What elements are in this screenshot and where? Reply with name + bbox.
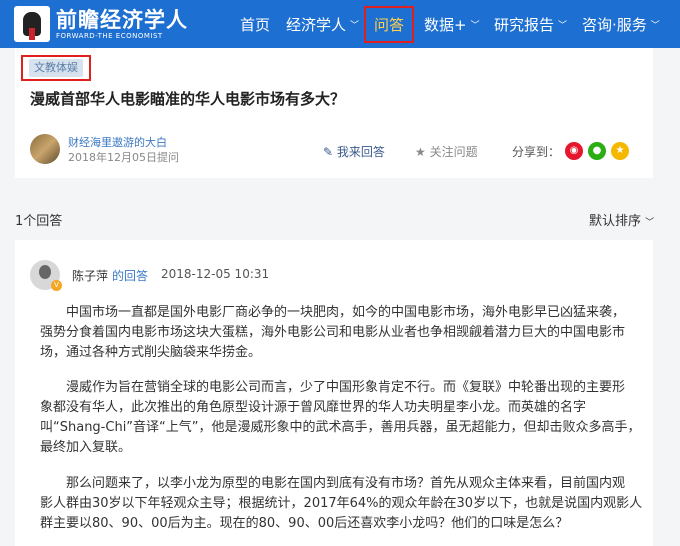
asker-avatar[interactable] <box>30 134 60 164</box>
vip-badge-icon: V <box>51 280 62 291</box>
answer-button[interactable]: ✎ 我来回答 <box>323 143 385 160</box>
nav-reports[interactable]: 研究报告 ﹀ <box>494 0 567 48</box>
answer-paragraph: 漫威作为旨在营销全球的电影公司而言，少了中国形象肯定不行。而《复联》中轮番出现的… <box>40 380 641 455</box>
logo-icon <box>14 6 50 42</box>
logo-subtitle: FORWARD-THE ECONOMIST <box>56 31 163 40</box>
asker-name[interactable]: 财经海里遨游的大白 <box>68 134 167 150</box>
qzone-icon[interactable]: ★ <box>611 142 629 160</box>
answer-suffix: 的回答 <box>112 269 149 283</box>
answer-count: 1个回答 <box>15 214 63 229</box>
weibo-icon[interactable]: ◉ <box>565 142 583 160</box>
nav-consulting[interactable]: 咨询·服务 ﹀ <box>582 0 660 48</box>
chevron-down-icon: ﹀ <box>558 20 568 31</box>
chevron-down-icon: ﹀ <box>650 20 660 31</box>
question-title: 漫威首部华人电影瞄准的华人电影市场有多大？ <box>30 90 346 108</box>
sort-dropdown[interactable]: 默认排序 ﹀ <box>589 210 654 229</box>
logo-title: 前瞻经济学人 <box>56 7 188 32</box>
follow-button[interactable]: ★ 关注问题 <box>415 143 478 160</box>
chevron-down-icon: ﹀ <box>645 218 655 228</box>
top-navbar: 前瞻经济学人 FORWARD-THE ECONOMIST 首页 经济学人 ﹀ 问答… <box>0 0 680 48</box>
site-logo[interactable]: 前瞻经济学人 FORWARD-THE ECONOMIST <box>14 6 188 42</box>
nav-qa-label: 问答 <box>364 5 415 43</box>
answer-time: 2018-12-05 10:31 <box>161 267 270 281</box>
answerer-name[interactable]: 陈子萍 <box>72 267 108 284</box>
chevron-down-icon: ﹀ <box>470 20 480 31</box>
nav-economist[interactable]: 经济学人 ﹀ <box>286 0 359 48</box>
answer-paragraph: 那么问题来了，以李小龙为原型的电影在国内到底有没有市场？首先从观众主体来看，目前… <box>40 476 643 531</box>
wechat-icon[interactable]: ● <box>588 142 606 160</box>
share-label: 分享到： <box>512 145 561 159</box>
asked-time: 2018年12月05日提问 <box>68 151 179 164</box>
category-tag[interactable]: 文教体娱 <box>29 59 83 77</box>
chevron-down-icon: ﹀ <box>350 20 360 31</box>
edit-icon: ✎ <box>323 145 334 159</box>
answer-paragraph: 中国市场一直都是国外电影厂商必争的一块肥肉，如今的中国电影市场，海外电影早已凶猛… <box>40 305 626 360</box>
nav-home[interactable]: 首页 <box>240 0 270 48</box>
nav-data[interactable]: 数据+ ﹀ <box>424 0 480 48</box>
nav-qa[interactable]: 问答 <box>364 0 415 48</box>
star-icon: ★ <box>415 145 426 159</box>
